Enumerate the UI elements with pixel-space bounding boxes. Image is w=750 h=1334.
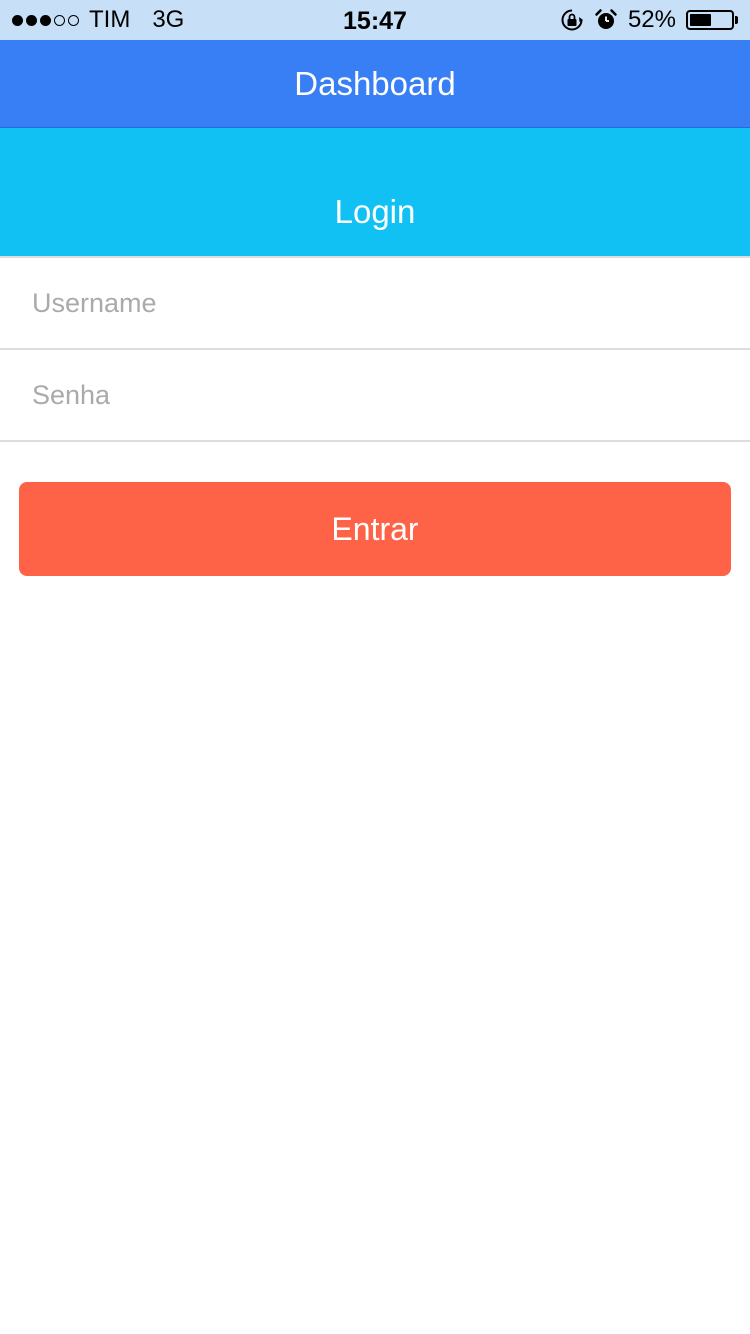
status-right: 52% (560, 6, 738, 34)
nav-title: Dashboard (294, 65, 456, 102)
login-title: Login (334, 193, 416, 230)
login-button[interactable]: Entrar (19, 482, 731, 576)
login-header: Login (0, 128, 750, 256)
status-bar: TIM 3G 15:47 52% (0, 0, 750, 40)
battery-percent: 52% (627, 6, 676, 33)
login-form (0, 256, 750, 442)
battery-icon (686, 10, 734, 30)
password-input[interactable] (0, 350, 750, 442)
nav-bar: Dashboard (0, 40, 750, 128)
battery-tip (735, 16, 738, 24)
username-input[interactable] (0, 258, 750, 350)
rotation-lock-icon (561, 9, 583, 31)
battery-fill (690, 14, 711, 26)
alarm-icon (595, 9, 617, 29)
